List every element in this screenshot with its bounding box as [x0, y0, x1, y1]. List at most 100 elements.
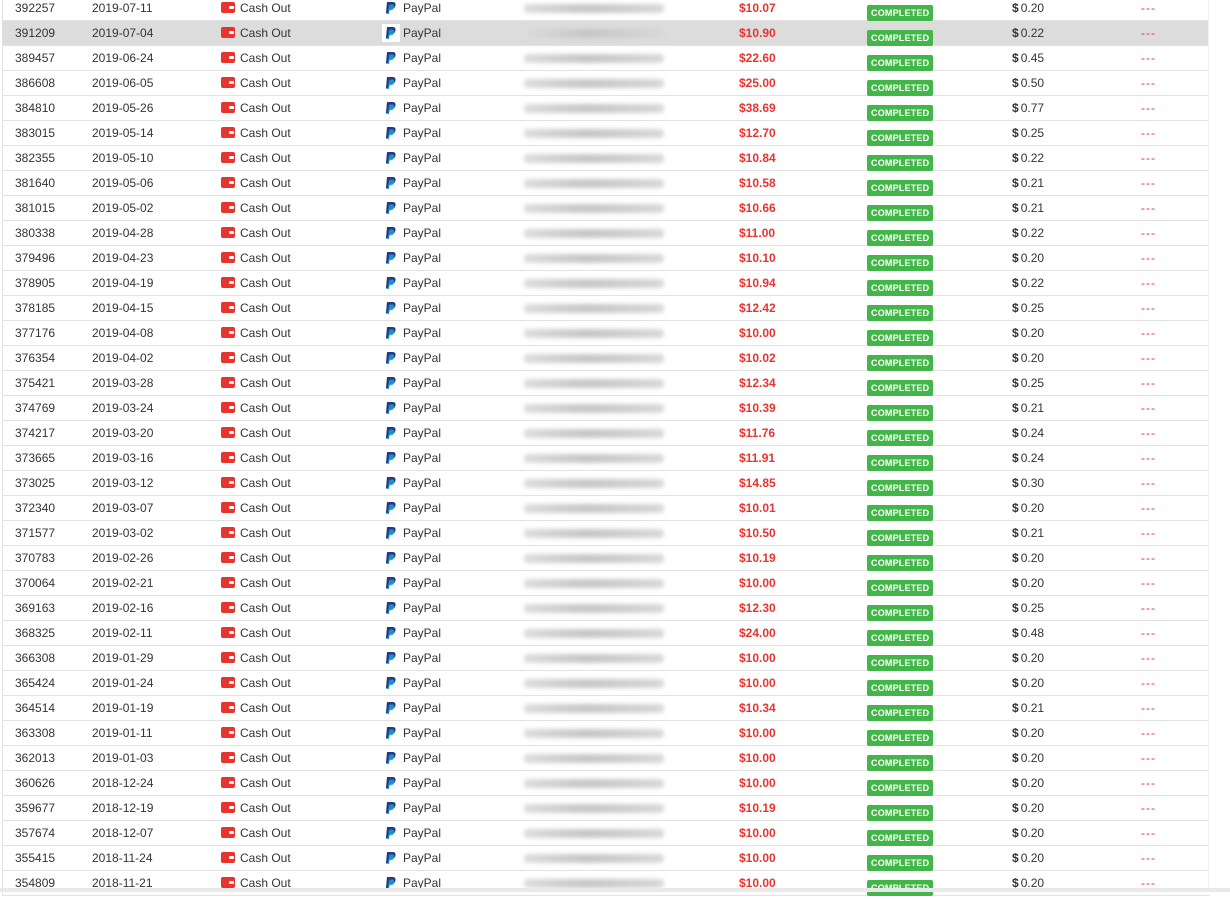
row-actions[interactable]: ---: [1141, 846, 1156, 870]
transaction-id: 379496: [15, 251, 56, 265]
table-row[interactable]: 381640 2019-05-06 Cash Out PayPal $10.58…: [3, 171, 1210, 196]
table-row[interactable]: 357674 2018-12-07 Cash Out PayPal $10.00…: [3, 821, 1210, 846]
status-label: COMPLETED: [867, 480, 934, 496]
row-actions[interactable]: ---: [1141, 46, 1156, 70]
row-actions[interactable]: ---: [1141, 421, 1156, 445]
table-row[interactable]: 372340 2019-03-07 Cash Out PayPal $10.01…: [3, 496, 1210, 521]
payment-method: PayPal: [384, 96, 441, 120]
row-actions[interactable]: ---: [1141, 246, 1156, 270]
wallet-icon: [221, 627, 235, 638]
table-row[interactable]: 373025 2019-03-12 Cash Out PayPal $14.85…: [3, 471, 1210, 496]
wallet-icon: [221, 77, 235, 88]
table-row[interactable]: 389457 2019-06-24 Cash Out PayPal $22.60…: [3, 46, 1210, 71]
row-actions[interactable]: ---: [1141, 496, 1156, 520]
table-row[interactable]: 378905 2019-04-19 Cash Out PayPal $10.94…: [3, 271, 1210, 296]
row-actions[interactable]: ---: [1141, 596, 1156, 620]
table-row[interactable]: 375421 2019-03-28 Cash Out PayPal $12.34…: [3, 371, 1210, 396]
table-row[interactable]: 382355 2019-05-10 Cash Out PayPal $10.84…: [3, 146, 1210, 171]
row-actions[interactable]: ---: [1141, 446, 1156, 470]
table-row[interactable]: 376354 2019-04-02 Cash Out PayPal $10.02…: [3, 346, 1210, 371]
row-actions[interactable]: ---: [1141, 0, 1156, 20]
blurred-email: [524, 54, 664, 63]
payment-method: PayPal: [384, 596, 441, 620]
row-actions[interactable]: ---: [1141, 146, 1156, 170]
table-row[interactable]: 370783 2019-02-26 Cash Out PayPal $10.19…: [3, 546, 1210, 571]
row-actions[interactable]: ---: [1141, 121, 1156, 145]
transaction-date: 2019-03-28: [92, 376, 154, 390]
table-row[interactable]: 370064 2019-02-21 Cash Out PayPal $10.00…: [3, 571, 1210, 596]
blurred-email: [524, 79, 664, 88]
bottom-edge: [0, 888, 1230, 892]
row-actions[interactable]: ---: [1141, 746, 1156, 770]
status-badge: COMPLETED: [867, 175, 934, 196]
recipient-email: [522, 646, 680, 670]
table-row[interactable]: 386608 2019-06-05 Cash Out PayPal $25.00…: [3, 71, 1210, 96]
transaction-fee: $0.20: [1012, 571, 1044, 595]
table-row[interactable]: 377176 2019-04-08 Cash Out PayPal $10.00…: [3, 321, 1210, 346]
row-actions[interactable]: ---: [1141, 96, 1156, 120]
status-label: COMPLETED: [867, 580, 934, 596]
table-row[interactable]: 383015 2019-05-14 Cash Out PayPal $12.70…: [3, 121, 1210, 146]
status-badge: COMPLETED: [867, 425, 934, 446]
row-actions[interactable]: ---: [1141, 721, 1156, 745]
row-actions[interactable]: ---: [1141, 621, 1156, 645]
row-actions[interactable]: ---: [1141, 546, 1156, 570]
row-actions[interactable]: ---: [1141, 396, 1156, 420]
table-row[interactable]: 363308 2019-01-11 Cash Out PayPal $10.00…: [3, 721, 1210, 746]
table-row[interactable]: 380338 2019-04-28 Cash Out PayPal $11.00…: [3, 221, 1210, 246]
table-row[interactable]: 374217 2019-03-20 Cash Out PayPal $11.76…: [3, 421, 1210, 446]
transaction-type: Cash Out: [221, 646, 291, 670]
currency-symbol: $: [1012, 801, 1019, 815]
table-row[interactable]: 379496 2019-04-23 Cash Out PayPal $10.10…: [3, 246, 1210, 271]
table-row[interactable]: 364514 2019-01-19 Cash Out PayPal $10.34…: [3, 696, 1210, 721]
table-row[interactable]: 362013 2019-01-03 Cash Out PayPal $10.00…: [3, 746, 1210, 771]
row-actions[interactable]: ---: [1141, 796, 1156, 820]
row-actions[interactable]: ---: [1141, 21, 1156, 45]
paypal-icon: [385, 2, 396, 14]
row-actions[interactable]: ---: [1141, 196, 1156, 220]
row-actions[interactable]: ---: [1141, 271, 1156, 295]
row-actions[interactable]: ---: [1141, 571, 1156, 595]
wallet-icon: [221, 202, 235, 213]
table-row[interactable]: 384810 2019-05-26 Cash Out PayPal $38.69…: [3, 96, 1210, 121]
row-actions[interactable]: ---: [1141, 221, 1156, 245]
row-actions[interactable]: ---: [1141, 71, 1156, 95]
transaction-amount: $10.10: [739, 251, 776, 265]
transaction-amount: $10.66: [739, 201, 776, 215]
table-row[interactable]: 359677 2018-12-19 Cash Out PayPal $10.19…: [3, 796, 1210, 821]
row-actions[interactable]: ---: [1141, 771, 1156, 795]
table-row[interactable]: 355415 2018-11-24 Cash Out PayPal $10.00…: [3, 846, 1210, 871]
wallet-icon: [221, 27, 235, 38]
row-actions[interactable]: ---: [1141, 346, 1156, 370]
row-actions[interactable]: ---: [1141, 521, 1156, 545]
table-row[interactable]: 381015 2019-05-02 Cash Out PayPal $10.66…: [3, 196, 1210, 221]
row-actions[interactable]: ---: [1141, 671, 1156, 695]
paypal-icon: [385, 802, 396, 814]
table-row[interactable]: 392257 2019-07-11 Cash Out PayPal $10.07…: [3, 0, 1210, 21]
table-row[interactable]: 368325 2019-02-11 Cash Out PayPal $24.00…: [3, 621, 1210, 646]
row-actions[interactable]: ---: [1141, 371, 1156, 395]
scrollbar[interactable]: [1208, 0, 1230, 892]
table-row[interactable]: 354809 2018-11-21 Cash Out PayPal $10.00…: [3, 871, 1210, 896]
row-actions[interactable]: ---: [1141, 821, 1156, 845]
row-actions[interactable]: ---: [1141, 471, 1156, 495]
table-row[interactable]: 360626 2018-12-24 Cash Out PayPal $10.00…: [3, 771, 1210, 796]
row-actions[interactable]: ---: [1141, 171, 1156, 195]
table-row[interactable]: 366308 2019-01-29 Cash Out PayPal $10.00…: [3, 646, 1210, 671]
row-actions[interactable]: ---: [1141, 296, 1156, 320]
transaction-type-label: Cash Out: [240, 676, 291, 690]
row-actions[interactable]: ---: [1141, 646, 1156, 670]
table-row[interactable]: 371577 2019-03-02 Cash Out PayPal $10.50…: [3, 521, 1210, 546]
currency-symbol: $: [1012, 476, 1019, 490]
fee-value: 0.50: [1020, 76, 1045, 90]
row-actions[interactable]: ---: [1141, 321, 1156, 345]
table-row[interactable]: 365424 2019-01-24 Cash Out PayPal $10.00…: [3, 671, 1210, 696]
table-row[interactable]: 378185 2019-04-15 Cash Out PayPal $12.42…: [3, 296, 1210, 321]
table-row[interactable]: 374769 2019-03-24 Cash Out PayPal $10.39…: [3, 396, 1210, 421]
table-row[interactable]: 391209 2019-07-04 Cash Out PayPal $10.90…: [3, 21, 1210, 46]
row-actions[interactable]: ---: [1141, 696, 1156, 720]
table-row[interactable]: 373665 2019-03-16 Cash Out PayPal $11.91…: [3, 446, 1210, 471]
transaction-type-label: Cash Out: [240, 826, 291, 840]
table-row[interactable]: 369163 2019-02-16 Cash Out PayPal $12.30…: [3, 596, 1210, 621]
transaction-date: 2019-03-24: [92, 401, 154, 415]
